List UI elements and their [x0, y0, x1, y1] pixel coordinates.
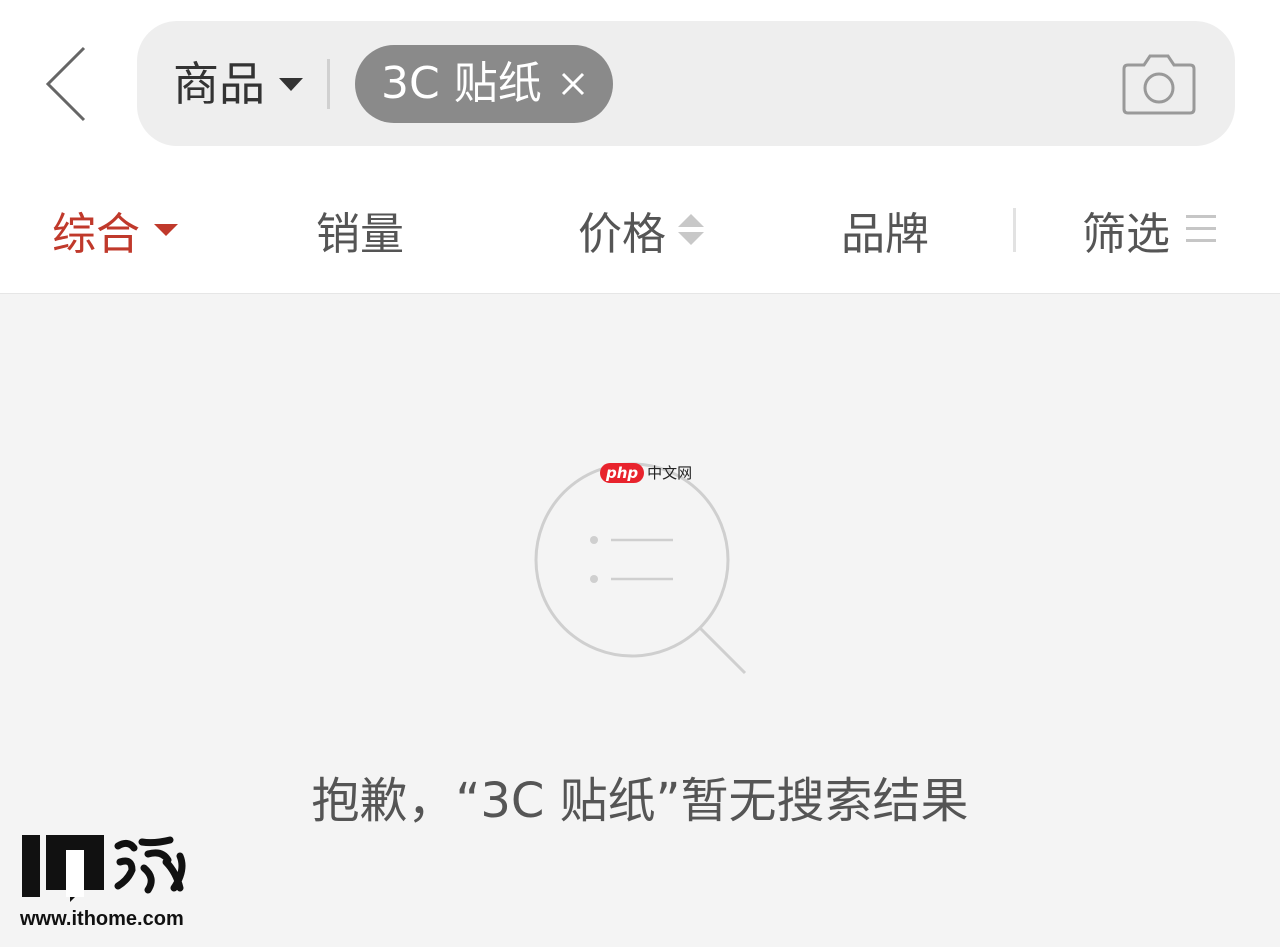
tab-brand[interactable]: 品牌	[841, 200, 929, 260]
ithome-logo	[22, 835, 186, 902]
camera-icon[interactable]	[1122, 51, 1196, 117]
empty-search-icon	[534, 462, 747, 675]
tab-sales-label: 销量	[316, 209, 404, 260]
php-badge: php	[600, 463, 645, 483]
tab-comprehensive[interactable]: 综合	[52, 200, 178, 260]
empty-result-message: 抱歉，“3C 贴纸”暂无搜索结果	[311, 773, 969, 829]
filter-divider	[1013, 208, 1016, 252]
filter-button-label: 筛选	[1082, 209, 1170, 260]
back-arrow-icon	[45, 46, 86, 122]
scope-divider	[327, 59, 330, 109]
tab-brand-label: 品牌	[841, 209, 929, 260]
close-icon[interactable]	[559, 70, 587, 98]
search-scope-label: 商品	[173, 57, 265, 111]
search-bar[interactable]: 商品 3C 贴纸	[137, 21, 1235, 146]
ithome-url: www.ithome.com	[20, 908, 184, 930]
filter-button[interactable]: 筛选	[1082, 200, 1216, 260]
caret-down-icon	[279, 77, 303, 91]
sort-filter-bar: 综合 销量 价格 品牌 筛选	[0, 170, 1280, 290]
search-tag-chip[interactable]: 3C 贴纸	[355, 45, 613, 123]
sort-arrows-icon	[678, 212, 704, 248]
search-tag-label: 3C 贴纸	[381, 58, 542, 109]
tab-comprehensive-label: 综合	[52, 209, 140, 260]
menu-lines-icon	[1186, 215, 1216, 245]
header-divider	[0, 293, 1280, 294]
php-cn-watermark: php 中文网	[600, 463, 692, 483]
tab-price[interactable]: 价格	[578, 200, 704, 260]
header-area: 商品 3C 贴纸 综合 销量 价格 品牌 筛选	[0, 0, 1280, 293]
php-site-name: 中文网	[647, 464, 693, 482]
caret-down-icon	[154, 224, 178, 236]
search-scope-dropdown[interactable]: 商品	[173, 53, 303, 115]
tab-price-label: 价格	[578, 209, 666, 260]
tab-sales[interactable]: 销量	[316, 200, 404, 260]
back-button[interactable]	[40, 44, 92, 124]
